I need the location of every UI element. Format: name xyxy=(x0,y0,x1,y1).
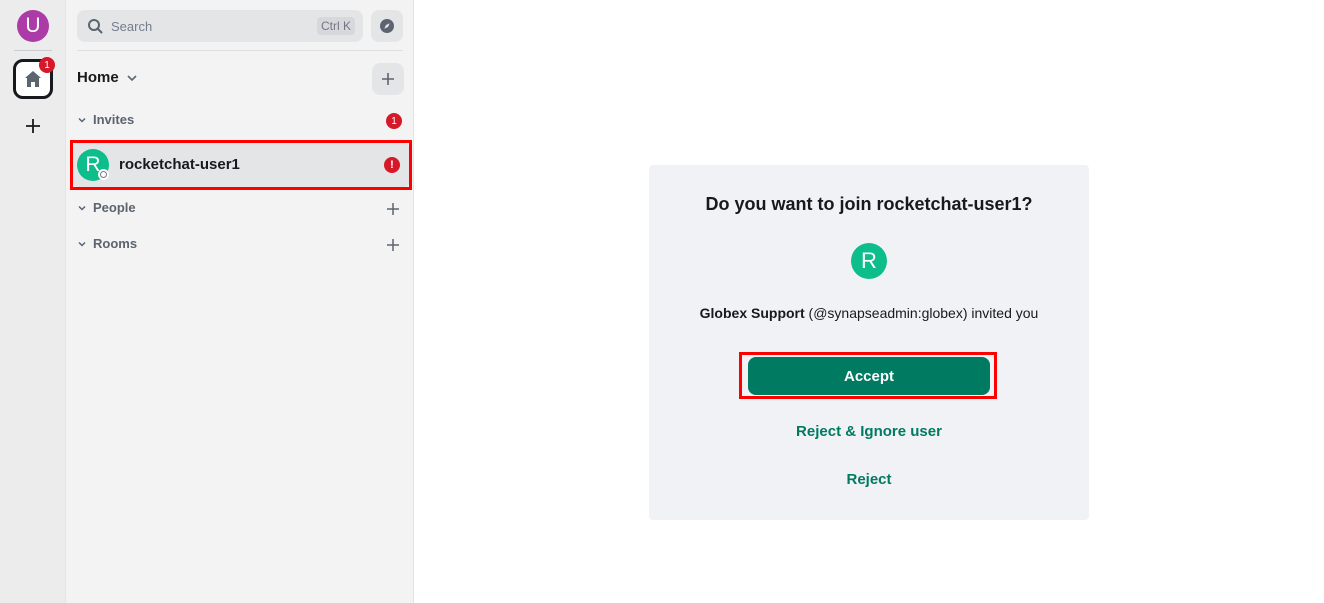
explore-rooms-button[interactable] xyxy=(371,10,403,42)
user-avatar[interactable]: U xyxy=(17,10,49,42)
invite-title: Do you want to join rocketchat-user1? xyxy=(705,194,1033,214)
space-bar: U 1 xyxy=(0,0,66,603)
panel-divider xyxy=(77,50,403,51)
section-rooms-label: Rooms xyxy=(93,236,138,251)
compass-icon xyxy=(380,19,394,33)
chevron-down-icon xyxy=(77,115,87,125)
search-shortcut: Ctrl K xyxy=(317,17,355,35)
invite-room-avatar: R xyxy=(851,243,887,279)
accept-highlight xyxy=(739,352,997,399)
add-people-button[interactable] xyxy=(387,203,399,215)
add-room-button[interactable] xyxy=(372,63,404,95)
chevron-down-icon xyxy=(77,239,87,249)
inviter-details: (@synapseadmin:globex) invited you xyxy=(804,305,1039,321)
section-invites-label: Invites xyxy=(93,112,135,127)
plus-icon xyxy=(387,239,399,251)
home-title: Home xyxy=(77,69,119,86)
chevron-down-icon xyxy=(77,203,87,213)
inviter-name: Globex Support xyxy=(699,305,805,321)
search-icon xyxy=(87,18,103,34)
search-input[interactable]: Search Ctrl K xyxy=(77,10,363,42)
section-invites[interactable]: Invites xyxy=(77,112,134,127)
home-menu-button[interactable]: Home xyxy=(77,69,137,86)
section-rooms[interactable]: Rooms xyxy=(77,236,137,251)
search-placeholder: Search xyxy=(111,18,153,34)
plus-icon xyxy=(382,73,394,85)
plus-icon xyxy=(26,119,40,133)
home-notification-badge: 1 xyxy=(39,57,55,73)
chevron-down-icon xyxy=(127,73,137,83)
home-icon xyxy=(25,71,41,87)
room-list-panel: Search Ctrl K Home Invites 1 R rocketcha… xyxy=(66,0,414,603)
add-rooms-button[interactable] xyxy=(387,239,399,251)
plus-icon xyxy=(387,203,399,215)
reject-button[interactable]: Reject xyxy=(649,471,1089,488)
invites-count-badge: 1 xyxy=(386,113,402,129)
space-bar-divider xyxy=(14,50,52,51)
reject-ignore-button[interactable]: Reject & Ignore user xyxy=(649,423,1089,440)
inviter-text: Globex Support (@synapseadmin:globex) in… xyxy=(649,305,1089,321)
section-people-label: People xyxy=(93,200,136,215)
create-space-button[interactable] xyxy=(22,115,44,137)
room-tile-highlight xyxy=(70,140,412,190)
invite-card: Do you want to join rocketchat-user1? R … xyxy=(649,165,1089,520)
section-people[interactable]: People xyxy=(77,200,136,215)
